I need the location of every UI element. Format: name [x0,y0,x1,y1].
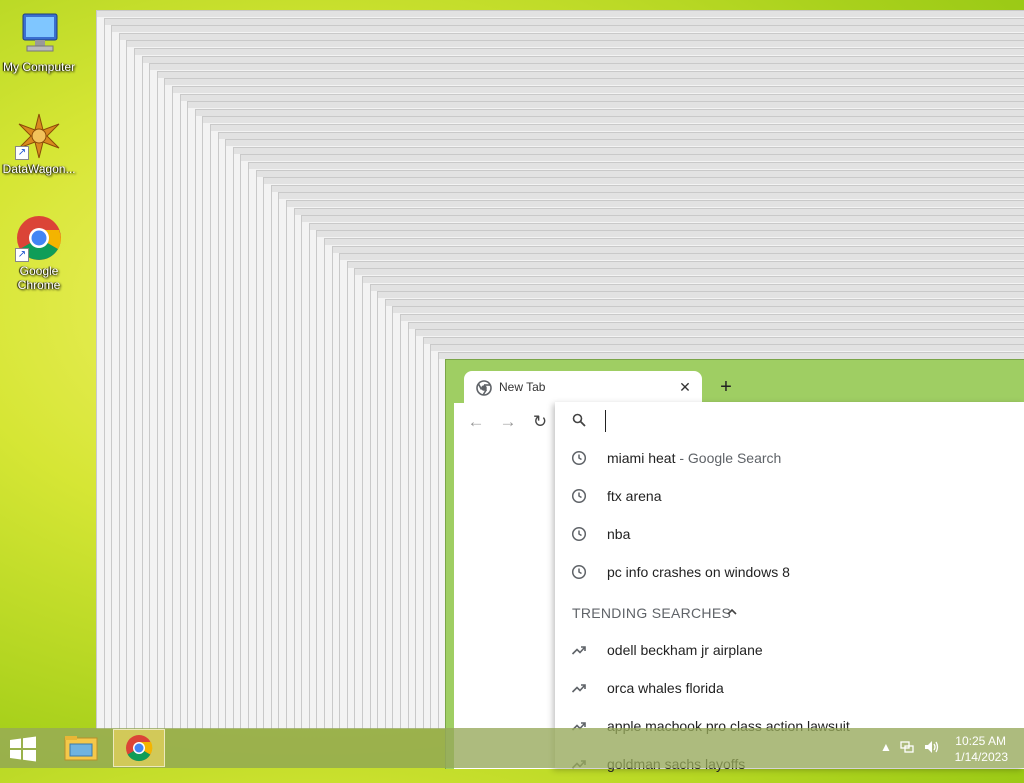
desktop-icon-datawagon[interactable]: ↗ DataWagon... [0,112,78,176]
trending-text: odell beckham jr airplane [607,642,763,658]
tab-new-tab[interactable]: New Tab ✕ [464,371,702,404]
history-icon [571,564,587,580]
suggestion-text: ftx arena [607,488,662,504]
chrome-favicon-icon [476,380,492,396]
suggestion-text: nba [607,526,631,542]
suggestion-text: miami heat [607,450,676,466]
suggestion-item[interactable]: pc info crashes on windows 8 [555,553,1024,591]
suggestion-item[interactable]: ftx arena [555,477,1024,515]
folder-icon [64,736,98,761]
back-arrow-icon[interactable]: ← [466,412,486,432]
omnibox-input-row [555,402,1024,439]
suggestion-text: pc info crashes on windows 8 [607,564,790,580]
start-button[interactable] [8,736,38,762]
trending-icon [571,680,587,696]
chrome-icon [126,735,153,762]
taskbar-file-explorer-button[interactable] [58,730,104,766]
trending-item[interactable]: orca whales florida [555,669,1024,707]
shortcut-arrow-icon: ↗ [15,248,29,262]
shortcut-arrow-icon: ↗ [15,146,29,160]
suggestion-item[interactable]: nba [555,515,1024,553]
show-hidden-icons-caret-icon[interactable]: ▲ [880,740,892,754]
desktop-icon-google-chrome[interactable]: ↗ Google Chrome [0,214,78,292]
trending-item[interactable]: odell beckham jr airplane [555,631,1024,669]
reload-icon[interactable]: ↻ [530,412,550,432]
forward-arrow-icon[interactable]: → [498,412,518,432]
desktop-icon-label: My Computer [2,60,76,74]
network-icon[interactable] [900,740,914,757]
suggestion-subtext: - Google Search [675,450,782,466]
windows-logo-icon [10,736,36,762]
desktop-icon-label: Google Chrome [17,264,61,292]
trending-icon [571,642,587,658]
omnibox-dropdown: miami heat - Google Search ftx arena nba… [555,402,1024,772]
computer-icon [15,10,63,58]
chrome-icon: ↗ [15,214,63,262]
trending-text: orca whales florida [607,680,724,696]
taskbar-chrome-button[interactable] [113,729,165,767]
history-icon [571,488,587,504]
volume-icon[interactable] [924,740,940,757]
desktop-icon-label: DataWagon... [2,162,76,176]
omnibox-input[interactable] [605,410,1010,432]
suggestion-item[interactable]: miami heat - Google Search [555,439,1024,477]
clock-time[interactable]: 10:25 AM [955,734,1006,748]
tab-close-icon[interactable]: ✕ [676,378,694,396]
trending-searches-header: TRENDING SEARCHES [572,605,732,621]
clock-date[interactable]: 1/14/2023 [955,750,1008,764]
search-icon [572,413,586,432]
history-icon [571,450,587,466]
taskbar: ▲ 10:25 AM 1/14/2023 [0,728,1024,768]
collapse-caret-icon[interactable] [725,605,739,619]
tab-title: New Tab [499,380,546,394]
system-tray: ▲ 10:25 AM 1/14/2023 [864,728,1024,768]
history-icon [571,526,587,542]
desktop-icon-my-computer[interactable]: My Computer [0,10,78,74]
datawagon-icon: ↗ [15,112,63,160]
new-tab-button[interactable]: + [715,376,737,398]
